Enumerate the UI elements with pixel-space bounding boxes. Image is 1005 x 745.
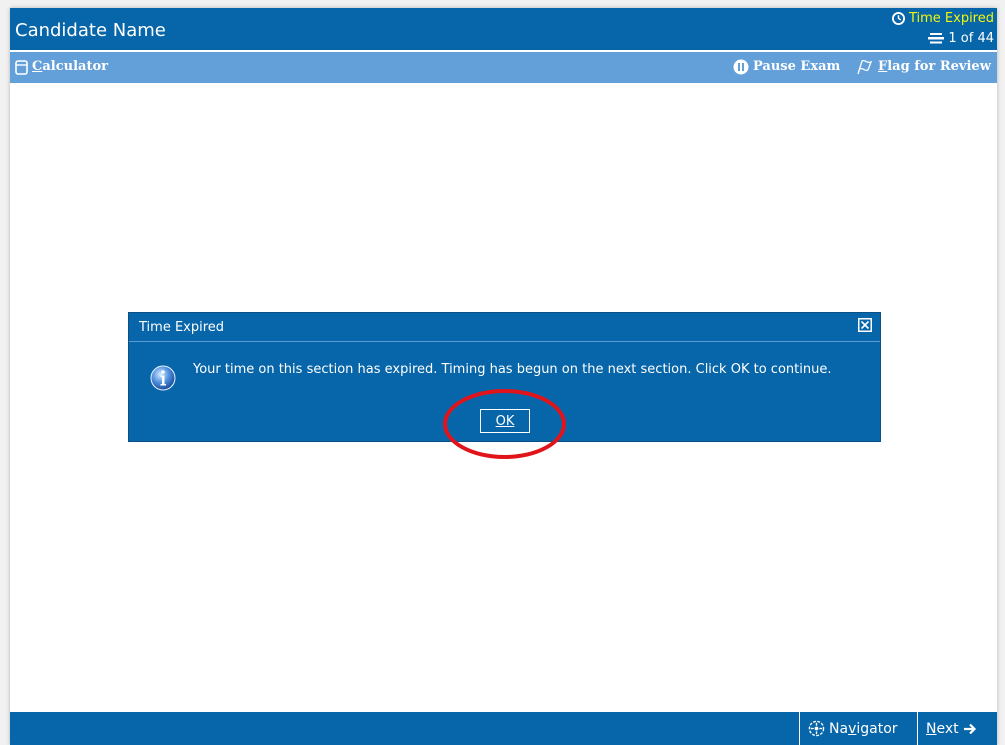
dialog-message: Your time on this section has expired. T… <box>193 362 832 377</box>
next-button[interactable]: Next <box>917 712 997 745</box>
timer: Time Expired <box>891 10 994 27</box>
next-accesskey: N <box>926 720 937 737</box>
next-label: ext <box>936 720 959 737</box>
flag-for-review-button[interactable]: Flag for Review <box>856 58 991 76</box>
close-box-icon[interactable] <box>858 318 872 332</box>
progress-text: 1 of 44 <box>948 31 994 46</box>
clock-icon <box>891 12 905 25</box>
flag-label: lag for Review <box>887 59 991 74</box>
dialog-divider <box>129 341 880 342</box>
navigator-icon <box>808 720 825 737</box>
info-icon <box>150 365 176 391</box>
calculator-button[interactable]: Calculator <box>15 58 108 76</box>
navigator-button[interactable]: Navigator <box>799 712 917 745</box>
flag-icon <box>857 59 873 75</box>
pause-label: Pause Exam <box>753 59 841 74</box>
calculator-label: alculator <box>42 59 108 74</box>
footer-bar: Navigator Next <box>10 712 997 745</box>
question-list-icon <box>928 33 945 44</box>
navigator-label-start: Na <box>829 720 849 737</box>
calculator-accesskey: C <box>32 59 43 74</box>
title-bar: Candidate Name Time Expired 1 of 44 <box>10 8 997 52</box>
question-progress: 1 of 44 <box>928 30 994 47</box>
ok-button[interactable]: OK <box>480 409 530 433</box>
toolbar: Calculator Pause Exam Flag for Review <box>10 52 997 83</box>
pause-exam-button[interactable]: Pause Exam <box>733 58 840 76</box>
time-expired-dialog: Time Expired Your time on this section h… <box>128 312 881 442</box>
flag-accesskey: F <box>878 59 888 74</box>
candidate-name: Candidate Name <box>15 20 166 41</box>
timer-text: Time Expired <box>908 11 994 26</box>
exam-window: Candidate Name Time Expired 1 of 44 Calc… <box>10 8 997 745</box>
dialog-title: Time Expired <box>139 320 225 335</box>
pause-icon <box>733 59 749 75</box>
arrow-right-icon <box>963 723 976 734</box>
calculator-icon <box>15 59 28 75</box>
navigator-label-end: igator <box>856 720 898 737</box>
